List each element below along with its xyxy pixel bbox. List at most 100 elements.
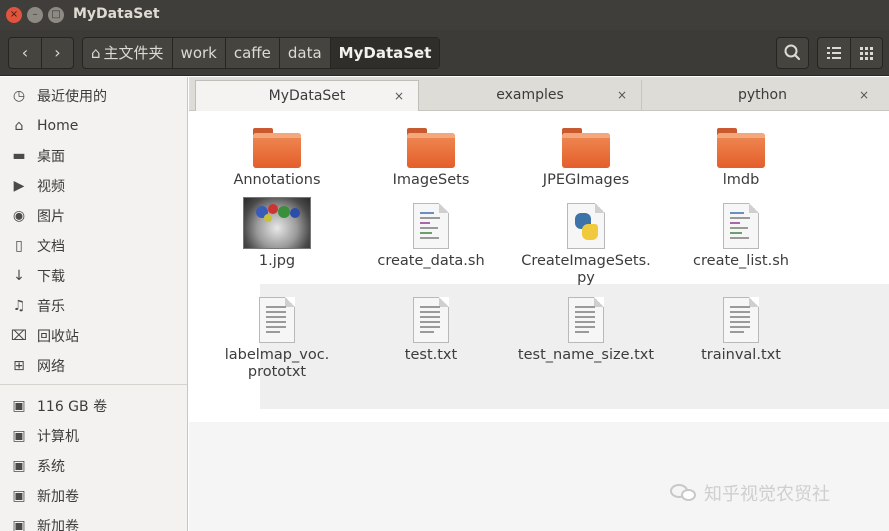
wechat-icon	[670, 482, 698, 504]
file-view: Annotations ImageSets JPEGImages lmdb 1.…	[189, 112, 889, 531]
sidebar-item-new-volume[interactable]: ▣ 新加卷	[0, 481, 187, 511]
home-icon: ⌂	[91, 44, 101, 62]
video-icon: ▶	[13, 178, 25, 194]
file-item-test-name-size-txt[interactable]: test_name_size.txt	[511, 297, 661, 364]
file-item-1-jpg[interactable]: 1.jpg	[202, 197, 352, 270]
close-window-button[interactable]: ×	[6, 7, 22, 23]
sidebar-item-label: 图片	[37, 209, 65, 225]
close-icon[interactable]: ×	[859, 80, 869, 110]
file-item-create-list-sh[interactable]: create_list.sh	[666, 203, 816, 270]
network-icon: ⊞	[13, 358, 25, 374]
sidebar-item-trash[interactable]: ⌧ 回收站	[0, 321, 187, 351]
sidebar-item-downloads[interactable]: ↓ 下载	[0, 261, 187, 291]
sidebar-item-home[interactable]: ⌂ Home	[0, 111, 187, 141]
sidebar-item-pictures[interactable]: ◉ 图片	[0, 201, 187, 231]
sidebar-item-videos[interactable]: ▶ 视频	[0, 171, 187, 201]
tab-examples[interactable]: examples ×	[419, 80, 642, 111]
navigation-buttons: ‹ ›	[8, 37, 74, 69]
drive-icon: ▣	[12, 428, 26, 444]
sidebar-item-system[interactable]: ▣ 系统	[0, 451, 187, 481]
tab-python[interactable]: python ×	[642, 80, 883, 111]
toolbar: ‹ › ⌂ 主文件夹 work caffe data MyDataSet	[0, 30, 889, 76]
grid-view-icon	[859, 46, 873, 60]
sidebar-item-label: 桌面	[37, 149, 65, 165]
camera-icon: ◉	[12, 208, 26, 224]
search-button[interactable]	[776, 37, 809, 69]
breadcrumb-caffe[interactable]: caffe	[224, 38, 279, 68]
drive-icon: ▣	[12, 488, 26, 504]
file-item-createimagesets-py[interactable]: CreateImageSets. py	[511, 203, 661, 287]
sidebar-item-label: 计算机	[37, 429, 79, 445]
forward-button[interactable]: ›	[40, 38, 73, 68]
close-icon[interactable]: ×	[617, 80, 627, 110]
file-item-trainval-txt[interactable]: trainval.txt	[666, 297, 816, 364]
home-icon: ⌂	[14, 118, 24, 134]
sidebar-item-computer[interactable]: ▣ 计算机	[0, 421, 187, 451]
tab-mydataset[interactable]: MyDataSet ×	[195, 80, 419, 111]
sidebar-item-documents[interactable]: ▯ 文档	[0, 231, 187, 261]
breadcrumb-data[interactable]: data	[278, 38, 330, 68]
file-name: labelmap_voc. prototxt	[224, 347, 330, 380]
tab-label: python	[738, 87, 787, 103]
back-button[interactable]: ‹	[9, 38, 41, 68]
text-file-icon	[259, 297, 295, 343]
tab-bar: MyDataSet × examples × python ×	[189, 77, 889, 111]
breadcrumb-mydataset[interactable]: MyDataSet	[329, 38, 440, 68]
close-icon[interactable]: ×	[394, 81, 404, 111]
file-item-create-data-sh[interactable]: create_data.sh	[356, 203, 506, 270]
text-file-icon	[723, 297, 759, 343]
sidebar-item-label: 新加卷	[37, 489, 79, 505]
breadcrumb-home[interactable]: ⌂ 主文件夹	[83, 38, 172, 68]
title-bar: × – □ MyDataSet	[0, 0, 889, 30]
trash-icon: ⌧	[10, 328, 28, 344]
sidebar-item-desktop[interactable]: ▬ 桌面	[0, 141, 187, 171]
file-item-lmdb[interactable]: lmdb	[666, 128, 816, 189]
clock-icon: ◷	[12, 88, 26, 104]
grid-view-button[interactable]	[849, 38, 882, 68]
file-name: create_list.sh	[693, 253, 789, 269]
sidebar-item-label: 网络	[37, 359, 65, 375]
sidebar-item-recent[interactable]: ◷ 最近使用的	[0, 81, 187, 111]
sidebar-item-music[interactable]: ♫ 音乐	[0, 291, 187, 321]
sidebar: ◷ 最近使用的 ⌂ Home ▬ 桌面 ▶ 视频 ◉ 图片 ▯ 文档 ↓ 下载 …	[0, 77, 188, 531]
sidebar-item-label: 最近使用的	[37, 89, 107, 105]
sidebar-item-volume-116gb[interactable]: ▣ 116 GB 卷	[0, 391, 187, 421]
folder-icon: ▬	[12, 148, 26, 164]
sidebar-item-label: 视频	[37, 179, 65, 195]
file-item-jpegimages[interactable]: JPEGImages	[511, 128, 661, 189]
image-thumbnail	[243, 197, 311, 249]
breadcrumb: ⌂ 主文件夹 work caffe data MyDataSet	[82, 37, 441, 69]
file-name: 1.jpg	[258, 253, 296, 269]
watermark: 知乎视觉农贸社	[670, 480, 830, 506]
sidebar-item-label: 系统	[37, 459, 65, 475]
minimize-window-button[interactable]: –	[27, 7, 43, 23]
file-name: test.txt	[404, 347, 458, 363]
maximize-window-button[interactable]: □	[48, 7, 64, 23]
file-item-test-txt[interactable]: test.txt	[356, 297, 506, 364]
sidebar-divider	[0, 384, 187, 385]
sidebar-item-label: 新加卷	[37, 519, 79, 531]
sidebar-item-label: 文档	[37, 239, 65, 255]
folder-icon	[562, 128, 610, 168]
file-name: JPEGImages	[542, 172, 630, 188]
tab-label: examples	[496, 87, 564, 103]
drive-icon: ▣	[12, 518, 26, 531]
file-item-imagesets[interactable]: ImageSets	[356, 128, 506, 189]
file-item-labelmap-voc-prototxt[interactable]: labelmap_voc. prototxt	[202, 297, 352, 381]
sidebar-item-label: 音乐	[37, 299, 65, 315]
watermark-text: 知乎视觉农贸社	[704, 484, 830, 505]
file-item-annotations[interactable]: Annotations	[202, 128, 352, 189]
list-view-button[interactable]	[818, 38, 850, 68]
document-icon: ▯	[15, 238, 23, 254]
file-name: trainval.txt	[701, 347, 781, 363]
breadcrumb-work[interactable]: work	[171, 38, 225, 68]
sidebar-item-label: 下载	[37, 269, 65, 285]
sidebar-item-new-volume-2[interactable]: ▣ 新加卷	[0, 511, 187, 531]
file-name: test_name_size.txt	[517, 347, 655, 363]
folder-icon	[717, 128, 765, 168]
music-icon: ♫	[12, 298, 26, 314]
file-name: create_data.sh	[377, 253, 485, 269]
text-file-icon	[568, 297, 604, 343]
sidebar-item-network[interactable]: ⊞ 网络	[0, 351, 187, 381]
file-name: lmdb	[722, 172, 760, 188]
